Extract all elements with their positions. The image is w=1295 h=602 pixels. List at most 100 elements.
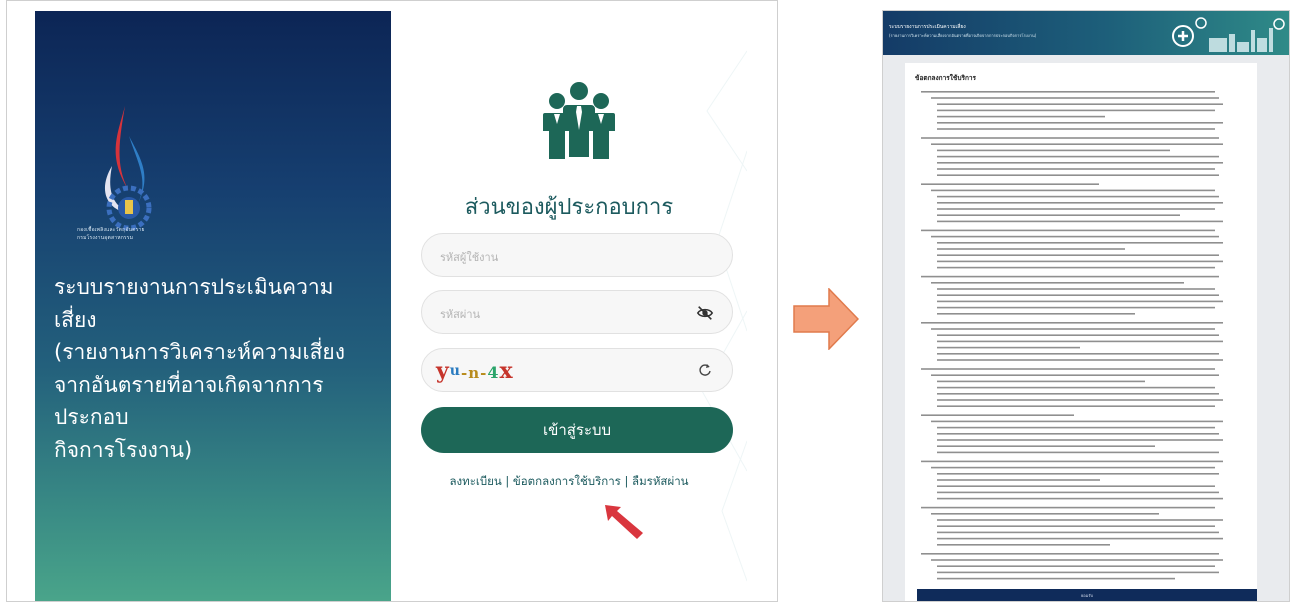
- terms-document[interactable]: ข้อตกลงการใช้บริการ: [905, 63, 1257, 601]
- terms-screen: ระบบรายงานการประเมินความเสี่ยง (รายงานกา…: [882, 10, 1290, 602]
- login-button[interactable]: เข้าสู่ระบบ: [421, 407, 733, 453]
- text-line: [931, 189, 1215, 192]
- text-line: [937, 313, 1135, 315]
- system-title-line: (รายงานการวิเคราะห์ความเสี่ยง: [54, 340, 345, 364]
- text-line: [937, 294, 1219, 296]
- eye-off-icon[interactable]: [696, 304, 714, 322]
- text-line: [937, 248, 1125, 250]
- system-title-line: จากอันตรายที่อาจเกิดจากการ: [54, 372, 324, 397]
- text-line: [921, 322, 1223, 324]
- terms-text-lines: [921, 91, 1223, 580]
- text-line: [931, 420, 1223, 423]
- terms-link[interactable]: ข้อตกลงการใช้บริการ: [513, 474, 621, 488]
- text-line: [937, 531, 1219, 534]
- text-line: [931, 466, 1215, 469]
- system-title-line: กิจการโรงงาน): [54, 437, 193, 462]
- text-line: [921, 414, 1074, 416]
- accept-button[interactable]: ยอมรับ: [917, 589, 1257, 601]
- captcha-image: yu-n-4x: [436, 358, 514, 384]
- text-line: [921, 506, 1215, 509]
- text-line: [937, 380, 1145, 383]
- text-line: [937, 149, 1170, 152]
- text-line: [921, 91, 1215, 93]
- text-line: [931, 282, 1184, 284]
- terms-header: ระบบรายงานการประเมินความเสี่ยง (รายงานกา…: [883, 11, 1289, 55]
- system-title-line: เสี่ยง: [54, 307, 97, 332]
- text-line: [937, 220, 1223, 223]
- text-line: [931, 374, 1219, 376]
- register-link[interactable]: ลงทะเบียน: [449, 474, 501, 488]
- text-line: [937, 433, 1219, 435]
- text-line: [931, 143, 1223, 145]
- captcha-field[interactable]: yu-n-4x: [421, 348, 733, 392]
- login-screen: กองเชื้อเพลิงและวัตถุอันตราย กรมโรงงานอุ…: [6, 0, 778, 602]
- text-line: [937, 405, 1215, 407]
- text-line: [937, 168, 1215, 170]
- text-line: [937, 208, 1215, 210]
- branding-panel: กองเชื้อเพลิงและวัตถุอันตราย กรมโรงงานอุ…: [35, 11, 391, 601]
- users-group-icon: [543, 82, 615, 159]
- terms-header-title: ระบบรายงานการประเมินความเสี่ยง: [889, 24, 966, 30]
- text-line: [937, 103, 1223, 105]
- text-line: [937, 485, 1215, 487]
- text-line: [937, 359, 1223, 361]
- text-line: [937, 445, 1155, 447]
- link-separator: |: [620, 474, 633, 488]
- text-line: [937, 497, 1223, 500]
- username-field[interactable]: [421, 233, 733, 277]
- text-line: [937, 544, 1110, 546]
- text-line: [937, 266, 1215, 269]
- text-line: [937, 537, 1223, 540]
- text-line: [937, 346, 1080, 349]
- text-line: [937, 260, 1223, 263]
- text-line: [937, 386, 1215, 389]
- text-line: [937, 254, 1219, 256]
- text-line: [937, 519, 1223, 521]
- text-line: [937, 195, 1219, 198]
- text-line: [937, 242, 1223, 244]
- text-line: [937, 571, 1219, 574]
- text-line: [937, 174, 1219, 176]
- text-line: [931, 235, 1219, 238]
- right-arrow-icon: [793, 288, 859, 350]
- forgot-password-link[interactable]: ลืมรหัสผ่าน: [632, 474, 688, 488]
- text-line: [937, 353, 1219, 355]
- text-line: [937, 128, 1215, 130]
- refresh-icon[interactable]: [698, 363, 712, 377]
- text-line: [937, 439, 1223, 441]
- text-line: [937, 115, 1105, 118]
- system-title-line: ประกอบ: [54, 405, 129, 429]
- text-line: [937, 399, 1223, 401]
- text-line: [937, 300, 1223, 303]
- text-line: [937, 162, 1223, 164]
- username-input[interactable]: [438, 246, 692, 268]
- text-line: [937, 155, 1219, 158]
- text-line: [937, 565, 1215, 567]
- system-title: ระบบรายงานการประเมินความ เสี่ยง (รายงานก…: [54, 271, 384, 466]
- text-line: [937, 334, 1219, 336]
- link-separator: |: [501, 474, 513, 488]
- text-line: [921, 229, 1215, 232]
- text-line: [937, 473, 1219, 475]
- text-line: [931, 559, 1223, 561]
- text-line: [921, 183, 1099, 185]
- password-field[interactable]: [421, 290, 733, 334]
- password-input[interactable]: [438, 303, 692, 325]
- text-line: [937, 426, 1215, 429]
- agency-name-line-1: กองเชื้อเพลิงและวัตถุอันตราย: [77, 227, 145, 233]
- text-line: [937, 451, 1219, 454]
- terms-heading: ข้อตกลงการใช้บริการ: [915, 74, 977, 82]
- text-line: [921, 460, 1223, 463]
- text-line: [937, 525, 1215, 527]
- text-line: [937, 306, 1215, 309]
- text-line: [921, 275, 1219, 278]
- accept-button-label: ยอมรับ: [1080, 593, 1094, 598]
- text-line: [937, 393, 1219, 395]
- text-line: [921, 137, 1219, 139]
- text-line: [937, 491, 1219, 494]
- terms-header-subtitle: (รายงานการวิเคราะห์ความเสี่ยงจากอันตรายท…: [889, 33, 1037, 38]
- login-form-panel: ส่วนของผู้ประกอบการ yu-n-4x เข้าสู่ระบบ …: [391, 11, 747, 601]
- portal-title: ส่วนของผู้ประกอบการ: [464, 195, 674, 220]
- text-line: [937, 122, 1223, 124]
- text-line: [937, 340, 1223, 343]
